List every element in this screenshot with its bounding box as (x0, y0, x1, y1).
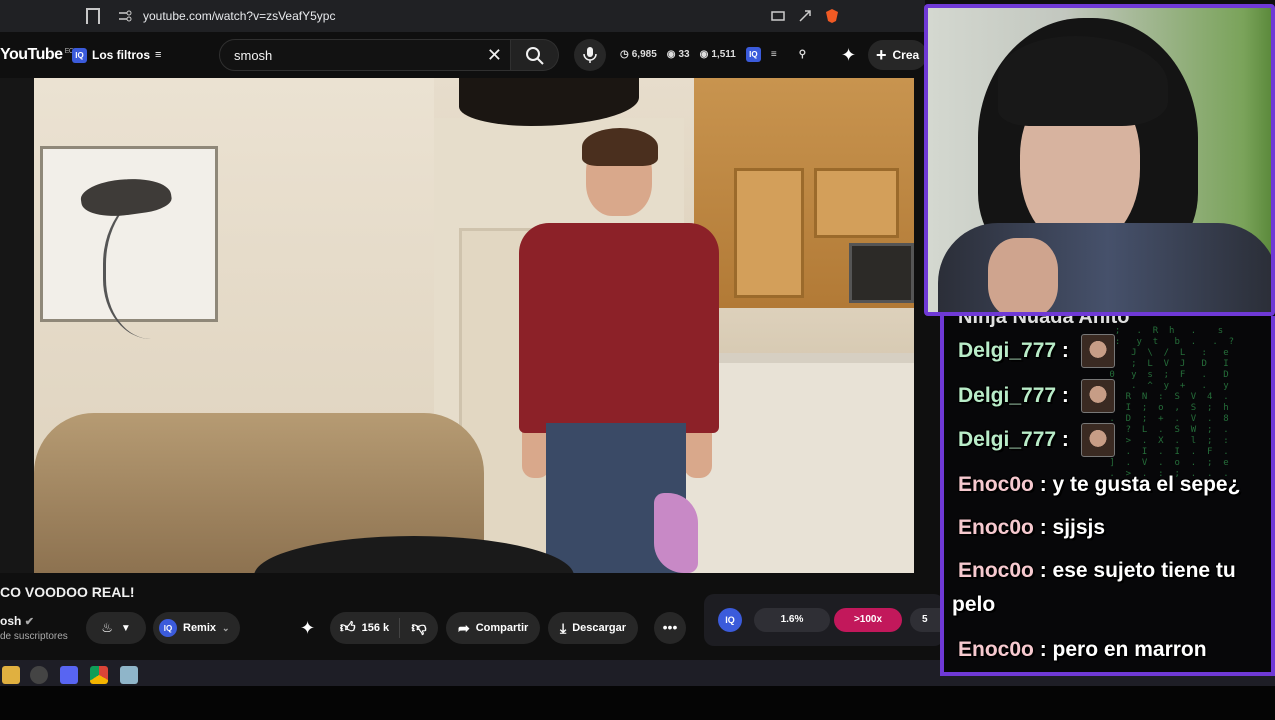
youtube-header: YouTube EC IQ Los filtros ≡ smosh ✕ ◷ 6,98… (0, 32, 928, 78)
more-actions-button[interactable]: ••• (654, 612, 686, 644)
header-stats: ◷ 6,985 ◉ 33 ◉ 1,511 IQ ≡ ⚲ (620, 47, 807, 62)
list-icon[interactable]: ≡ (771, 49, 777, 60)
multiplier-chip[interactable]: >100x (834, 608, 902, 632)
chat-message: Enoc0o : sjjsjs (958, 516, 1106, 539)
chat-cut-line: Ninja Nuada Ahito (958, 316, 1130, 328)
chat-message: Enoc0o : pero en marron (958, 638, 1207, 661)
browser-toolbar: youtube.com/watch?v=zsVeafY5ypc (0, 0, 925, 32)
percent-chip[interactable]: 1.6% (754, 608, 830, 632)
video-person (519, 223, 719, 433)
chrome-icon[interactable] (90, 666, 108, 684)
bell-icon: ♨ (101, 620, 113, 635)
emote-image (1080, 334, 1115, 369)
iq-icon: IQ (159, 619, 177, 637)
youtube-logo[interactable]: YouTube EC (0, 46, 74, 64)
thumbs-down-icon: 👎︎ (411, 619, 427, 636)
chevron-down-icon: ⌄ (222, 622, 230, 633)
search-icon (526, 47, 544, 65)
download-icon: ⤓ (560, 619, 567, 636)
verified-icon: ✔ (24, 616, 34, 628)
chat-message: Delgi_777 : (958, 334, 1115, 369)
site-info-icon[interactable] (118, 10, 132, 22)
chat-message: Delgi_777 : (958, 423, 1115, 458)
create-button[interactable]: + Crea (868, 40, 928, 70)
iq-extension-icon[interactable]: IQ (745, 47, 761, 62)
filters-button[interactable]: IQ Los filtros ≡ (64, 41, 169, 69)
extra-chip[interactable]: 5 (910, 608, 940, 632)
download-button[interactable]: ⤓ Descargar (548, 612, 639, 644)
channel-name[interactable]: osh ✔ (0, 614, 34, 628)
chat-message: Enoc0o : ese sujeto tiene tu pelo (952, 559, 1236, 616)
iq-extension-bar: IQ 1.6% >100x 5 (704, 594, 944, 646)
notifications-button[interactable]: ♨ ▼ (86, 612, 146, 644)
file-explorer-icon[interactable] (2, 666, 20, 684)
video-pink-cloth (654, 493, 698, 573)
sidebar-edge (0, 78, 34, 573)
clock-icon: ◷ (620, 49, 629, 60)
clear-search-icon[interactable]: ✕ (487, 45, 502, 66)
video-title: CO VOODOO REAL! (0, 584, 135, 600)
share-button[interactable]: ➦ Compartir (446, 612, 541, 644)
clip-icon[interactable]: ✦ (300, 618, 315, 639)
puzzle-icon[interactable]: ✦ (841, 45, 856, 66)
voice-search-button[interactable] (574, 39, 606, 71)
brave-shield-icon[interactable] (824, 8, 840, 24)
like-dislike-group: 👍︎ 156 k 👎︎ (330, 612, 438, 644)
cast-icon[interactable] (770, 8, 786, 24)
share-page-icon[interactable] (797, 8, 813, 24)
emote-image (1080, 423, 1115, 458)
dislike-button[interactable]: 👎︎ (400, 619, 438, 637)
plus-icon: + (876, 44, 887, 65)
chat-overlay: ; . R h . s : y t b . . ? x J \ / L : e … (940, 316, 1275, 676)
address-bar[interactable]: youtube.com/watch?v=zsVeafY5ypc (143, 9, 335, 23)
emote-image (1080, 379, 1115, 414)
notepad-icon[interactable] (120, 666, 138, 684)
chevron-down-icon: ▼ (120, 622, 131, 634)
eye-icon: ◉ (666, 49, 676, 60)
subscriber-count: de suscriptores (0, 631, 68, 642)
share-icon: ➦ (458, 619, 470, 636)
search-input[interactable]: smosh (234, 48, 272, 63)
chat-message: Enoc0o : y te gusta el sepe¿ (958, 473, 1241, 496)
discord-icon[interactable] (60, 666, 78, 684)
sliders-icon: ≡ (155, 49, 162, 61)
mic-icon (583, 47, 597, 63)
thumbs-up-icon: 👍︎ (339, 619, 356, 636)
search-button[interactable] (511, 39, 559, 71)
iq-icon: IQ (72, 47, 87, 63)
video-picture-frame (40, 146, 218, 339)
eye-icon: ◉ (699, 49, 709, 60)
video-microwave (849, 243, 914, 303)
trophy-icon[interactable]: ⚲ (799, 49, 806, 60)
iq-logo-icon[interactable]: IQ (718, 608, 742, 632)
search-box[interactable]: smosh ✕ (219, 39, 511, 71)
obs-icon[interactable] (30, 666, 48, 684)
video-player[interactable] (34, 78, 914, 573)
like-button[interactable]: 👍︎ 156 k (330, 618, 400, 638)
remix-button[interactable]: IQ Remix ⌄ (153, 612, 240, 644)
screen: youtube.com/watch?v=zsVeafY5ypc YouTube E… (0, 0, 1275, 720)
webcam-overlay (924, 4, 1275, 316)
bookmark-icon[interactable] (86, 8, 100, 24)
chat-message: Delgi_777 : (958, 379, 1115, 414)
